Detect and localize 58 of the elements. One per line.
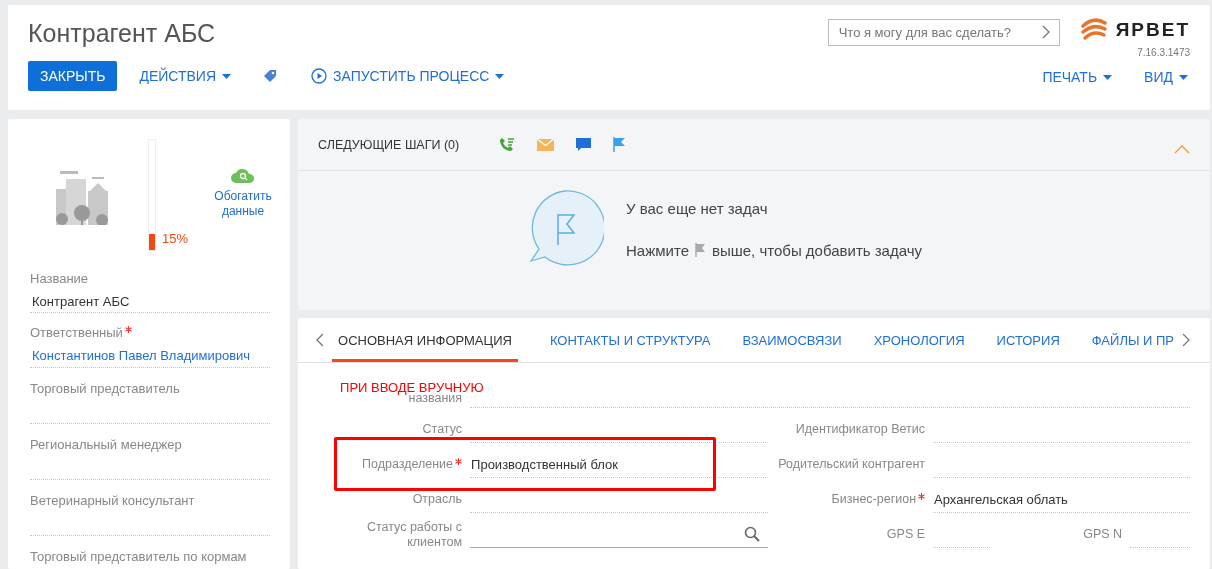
- envelope-icon: [537, 138, 555, 151]
- field-label: Ветеринарный консультант: [30, 493, 195, 508]
- input-field[interactable]: Архангельская облать: [933, 486, 1190, 513]
- hint-text: Нажмите: [626, 241, 689, 259]
- hint-text: выше, чтобы добавить задачу: [712, 241, 923, 259]
- field-label: Торговый представитель по кормам: [30, 549, 247, 564]
- page-title: Контрагент АБС: [28, 19, 217, 48]
- field-label: Название: [30, 271, 89, 286]
- tab[interactable]: КОНТАКТЫ И СТРУКТУРА: [549, 318, 711, 362]
- field-label: Статус: [422, 422, 463, 437]
- field-value: Контрагент АБС: [31, 294, 131, 309]
- caret-icon: [495, 73, 505, 79]
- logo-text: ЯРВЕТ: [1115, 19, 1190, 41]
- field-label: Бизнес-регион: [831, 492, 917, 507]
- next-steps-tab[interactable]: СЛЕДУЮЩИЕ ШАГИ (0): [318, 137, 460, 152]
- search-field[interactable]: Что я могу для вас сделать?: [827, 19, 1060, 46]
- field-label: Идентификатор Ветис: [795, 422, 926, 437]
- cloud-search-icon: [230, 167, 257, 183]
- field-label: Торговый представитель: [30, 381, 180, 396]
- close-button[interactable]: ЗАКРЫТЬ: [28, 61, 118, 91]
- chat-icon: [576, 137, 592, 152]
- input-field[interactable]: Производственный блок: [470, 451, 769, 478]
- field-label: Ответственный: [30, 325, 123, 340]
- field-label: Родительский контрагент: [778, 457, 926, 472]
- flag-icon: [613, 137, 627, 152]
- caret-icon: [1103, 74, 1113, 80]
- caret-icon: [1179, 74, 1188, 80]
- menu-button[interactable]: ВИД: [1144, 69, 1188, 85]
- chevron-right-icon: [1182, 333, 1190, 347]
- tab[interactable]: ХРОНОЛОГИЯ: [873, 318, 965, 362]
- field-label: GPS N: [1083, 527, 1123, 542]
- field-label: Региональный менеджер: [30, 437, 182, 452]
- enrich-data-link[interactable]: Обогатить данные: [208, 189, 279, 219]
- field-label: Подразделение: [361, 457, 454, 472]
- chevron-left-icon: [316, 333, 325, 347]
- version-label: 7.16.3.1473: [1137, 47, 1190, 58]
- field-value[interactable]: Константинов Павел Владимирович: [30, 348, 271, 363]
- search-icon: [744, 526, 761, 542]
- tag-icon[interactable]: [263, 69, 277, 83]
- caret-icon: [222, 73, 231, 79]
- chevron-right-icon: [1041, 25, 1050, 39]
- field-label: Статус работы с клиентом: [365, 519, 463, 550]
- empty-message: У вас еще нет задач: [626, 199, 769, 217]
- actions-menu-button[interactable]: ДЕЙСТВИЯ: [139, 68, 231, 84]
- progress-reading: 15%: [162, 231, 189, 246]
- chevron-up-icon: [1174, 145, 1190, 154]
- flag-icon: [695, 243, 706, 257]
- field-label: Отрасль: [412, 492, 463, 507]
- logo-icon: [1079, 17, 1108, 43]
- phone-call-icon: [499, 136, 516, 153]
- tab[interactable]: ИСТОРИЯ: [996, 318, 1060, 362]
- play-icon: [311, 68, 327, 84]
- tab[interactable]: ВЗАИМОСВЯЗИ: [742, 318, 842, 362]
- field-label: GPS E: [886, 527, 926, 542]
- menu-button[interactable]: ПЕЧАТЬ: [1042, 69, 1113, 85]
- tab[interactable]: ОСНОВНАЯ ИНФОРМАЦИЯ: [332, 318, 518, 362]
- run-process-button[interactable]: ЗАПУСТИТЬ ПРОЦЕСС: [311, 68, 505, 84]
- tab[interactable]: ФАЙЛЫ И ПР: [1091, 318, 1174, 362]
